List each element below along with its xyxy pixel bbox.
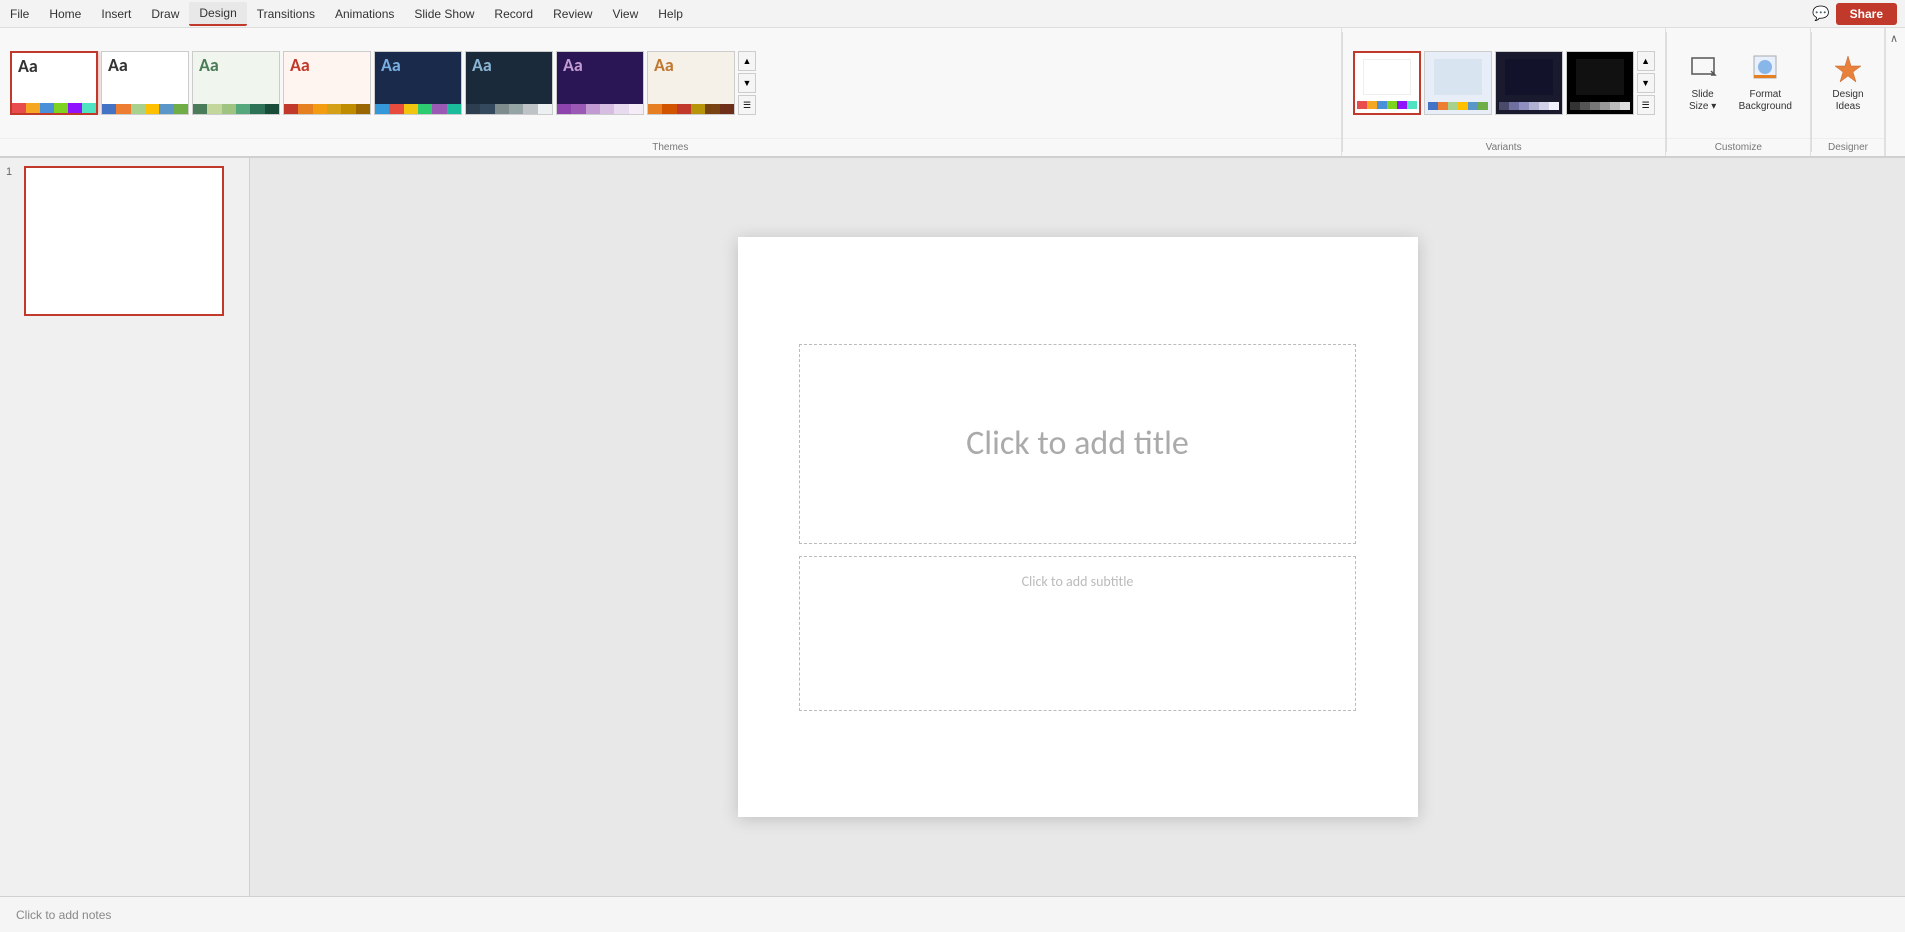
themes-list: Aa Aa (10, 51, 756, 115)
variant-1[interactable] (1353, 51, 1421, 115)
designer-section-label: Designer (1812, 138, 1884, 156)
slide-size-button[interactable]: SlideSize ▾ (1677, 49, 1729, 117)
theme-aspect[interactable]: Aa (647, 51, 735, 115)
menu-design[interactable]: Design (189, 2, 246, 26)
theme-ion[interactable]: Aa (283, 51, 371, 115)
comment-icon[interactable]: 💬 (1812, 5, 1829, 22)
variants-scroll-down[interactable]: ▼ (1637, 73, 1655, 93)
menu-draw[interactable]: Draw (141, 3, 189, 25)
slide-canvas[interactable]: Click to add title Click to add subtitle (738, 237, 1418, 817)
theme-integral[interactable]: Aa (465, 51, 553, 115)
menu-review[interactable]: Review (543, 3, 602, 25)
themes-section-label: Themes (0, 138, 1341, 156)
collapse-icon: ∧ (1890, 32, 1898, 45)
themes-scroll-up[interactable]: ▲ (738, 51, 756, 71)
format-background-icon (1751, 53, 1779, 86)
design-ideas-button[interactable]: DesignIdeas (1822, 50, 1874, 117)
notes-placeholder: Click to add notes (16, 908, 111, 922)
menu-insert[interactable]: Insert (91, 3, 141, 25)
share-button[interactable]: Share (1836, 3, 1897, 25)
variants-scroll-more[interactable]: ☰ (1637, 95, 1655, 115)
variant-3[interactable] (1495, 51, 1563, 115)
slide-size-label: SlideSize ▾ (1689, 89, 1716, 113)
format-background-label: FormatBackground (1739, 89, 1792, 113)
menu-record[interactable]: Record (484, 3, 543, 25)
theme-facet[interactable]: Aa (192, 51, 280, 115)
theme-metropolitan[interactable]: Aa (556, 51, 644, 115)
slide-subtitle-text: Click to add subtitle (1022, 573, 1134, 590)
slide-thumbnail[interactable] (24, 166, 224, 316)
variant-2[interactable] (1424, 51, 1492, 115)
variants-scroll-up[interactable]: ▲ (1637, 51, 1655, 71)
design-ideas-label: DesignIdeas (1832, 89, 1863, 113)
menu-transitions[interactable]: Transitions (247, 3, 325, 25)
slide-subtitle-placeholder[interactable]: Click to add subtitle (799, 556, 1357, 711)
notes-bar[interactable]: Click to add notes (0, 896, 1905, 932)
ribbon-collapse-button[interactable]: ∧ (1885, 28, 1905, 156)
theme-default[interactable]: Aa (10, 51, 98, 115)
menu-slideshow[interactable]: Slide Show (404, 3, 484, 25)
slide-title-text: Click to add title (966, 423, 1189, 464)
menu-view[interactable]: View (602, 3, 648, 25)
customize-section-label: Customize (1667, 138, 1810, 156)
slide-number: 1 (6, 166, 20, 178)
theme-circuit[interactable]: Aa (374, 51, 462, 115)
format-background-button[interactable]: FormatBackground (1731, 49, 1800, 117)
menu-file[interactable]: File (0, 3, 39, 25)
themes-scroll-down[interactable]: ▼ (738, 73, 756, 93)
variants-list: ▲ ▼ ☰ (1353, 51, 1655, 115)
variant-4[interactable] (1566, 51, 1634, 115)
themes-scroll-more[interactable]: ☰ (738, 95, 756, 115)
menu-animations[interactable]: Animations (325, 3, 404, 25)
variants-section-label: Variants (1343, 138, 1665, 156)
design-ideas-icon (1833, 54, 1863, 86)
slide-size-icon (1689, 53, 1717, 86)
menu-help[interactable]: Help (648, 3, 693, 25)
menu-home[interactable]: Home (39, 3, 91, 25)
theme-office[interactable]: Aa (101, 51, 189, 115)
slide-title-placeholder[interactable]: Click to add title (799, 344, 1357, 544)
